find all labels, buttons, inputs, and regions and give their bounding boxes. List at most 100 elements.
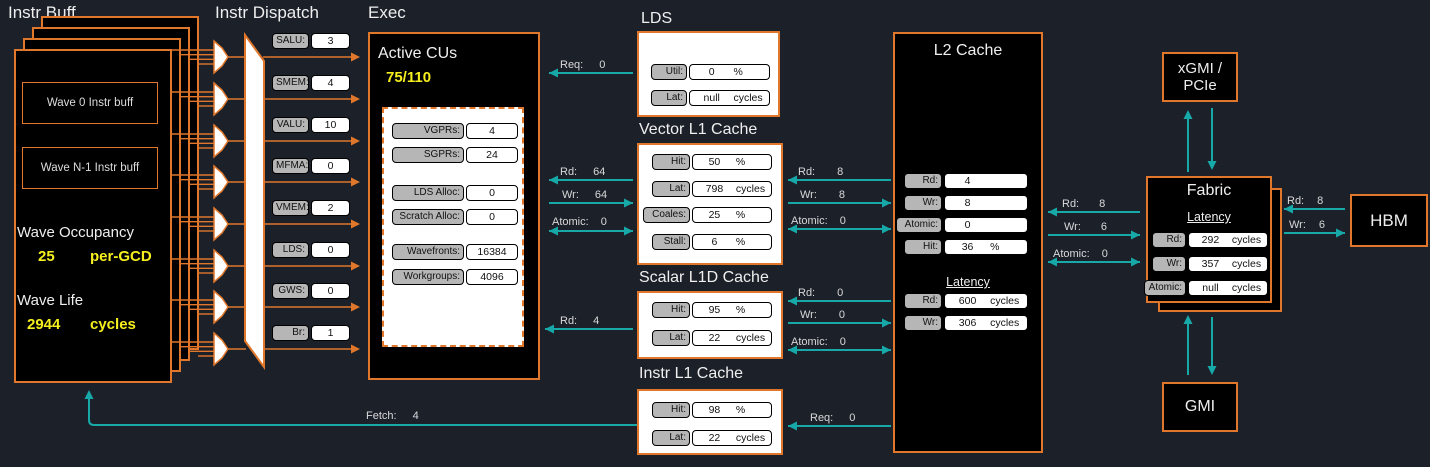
dispatch-row-smem: SMEM: 4: [272, 75, 350, 91]
field-value-box: 4: [944, 173, 1028, 189]
exec-row-sgprs: SGPRs: 24: [392, 147, 518, 163]
waveN-instr-buff-label: Wave N-1 Instr buff: [40, 162, 140, 174]
field-value-box: 0: [311, 158, 350, 174]
wave-occupancy-label: Wave Occupancy: [17, 224, 134, 241]
field-label: Stall:: [652, 234, 690, 250]
field-label: LDS:: [272, 242, 309, 258]
field-label: Lat:: [652, 430, 690, 446]
field-unit: cycles: [1231, 282, 1262, 294]
wave-life-unit: cycles: [90, 316, 136, 333]
field-label: Rd:: [1152, 232, 1186, 248]
field-label: VMEM:: [272, 200, 309, 216]
field-unit: %: [735, 404, 746, 416]
instr-l1-row-hit: Hit: 98%: [652, 402, 772, 418]
wave0-instr-buff-label: Wave 0 Instr buff: [46, 97, 134, 109]
lds-row-util: Util: 0%: [651, 64, 770, 80]
field-unit: cycles: [990, 295, 1020, 307]
field-label: Hit:: [904, 239, 942, 255]
field-value-box: 50%: [692, 154, 772, 170]
field-label: GWS:: [272, 283, 309, 299]
wave-occupancy-unit: per-GCD: [90, 248, 152, 265]
field-value-box: 16384: [466, 244, 518, 260]
field-value: 1: [327, 327, 334, 339]
field-value-box: 24: [466, 147, 518, 163]
mux-icon: [213, 206, 229, 242]
hbm-label: HBM: [1370, 210, 1408, 230]
arrow-label-il1-l2-req: Req: 0: [810, 412, 856, 424]
instr-dispatch-title: Instr Dispatch: [215, 3, 319, 22]
field-label: Hit:: [652, 302, 690, 318]
field-unit: cycles: [733, 92, 763, 104]
field-value-box: 22 cycles: [692, 430, 772, 446]
field-value: 22: [708, 432, 721, 444]
arrow-label-sl1-l2-rd: Rd: 0: [798, 287, 844, 299]
gpu-block-diagram: Instr Buff Wave 0 Instr buff Wave N-1 In…: [0, 0, 1430, 467]
fabric-title: Fabric: [1186, 182, 1232, 199]
field-value-box: 1: [311, 325, 350, 341]
field-value: 4096: [480, 271, 504, 283]
field-value: 6: [711, 236, 718, 248]
field-label: Lat:: [652, 330, 690, 346]
field-value-box: 0: [466, 185, 518, 201]
xgmi-line1: xGMI /: [1177, 60, 1223, 77]
fabric-row-rd: Rd: 292 cycles: [1152, 232, 1268, 248]
field-value-box: 4096: [466, 269, 518, 285]
field-value-box: 4: [311, 75, 350, 91]
field-label: Wr:: [1152, 256, 1186, 272]
field-value: 98: [708, 404, 721, 416]
scalar-l1d-title: Scalar L1D Cache: [639, 269, 769, 286]
l2-row-wr: Wr: 8: [904, 195, 1028, 211]
arrow-label-sl1-l2-atomic: Atomic: 0: [791, 336, 846, 348]
field-label: Atomic:: [896, 217, 942, 233]
field-label: LDS Alloc:: [392, 185, 464, 201]
field-value-box: 600 cycles: [944, 293, 1028, 309]
field-value: null: [703, 92, 720, 104]
field-label: Wr:: [904, 315, 942, 331]
field-label: Lat:: [652, 181, 690, 197]
field-unit: [990, 218, 1027, 232]
field-value-box: 36%: [944, 239, 1028, 255]
vector-l1-title: Vector L1 Cache: [639, 121, 758, 138]
field-label: Workgroups:: [392, 269, 464, 285]
arrow-label-fabric-hbm-wr: Wr: 6: [1289, 219, 1326, 231]
field-value: 25: [708, 209, 721, 221]
arrow-label-exec-sl1-rd: Rd: 4: [560, 315, 600, 327]
field-unit: %: [735, 209, 746, 221]
field-value-box: 306 cycles: [944, 315, 1028, 331]
field-value-box: 798 cycles: [692, 181, 772, 197]
fetch-path: [88, 399, 637, 426]
wave-life-value: 2944: [27, 316, 61, 333]
field-label: Br:: [272, 325, 309, 341]
field-label: VGPRs:: [392, 123, 464, 139]
field-label: Rd:: [904, 293, 942, 309]
exec-row-lds-alloc: LDS Alloc: 0: [392, 185, 518, 201]
dispatch-row-mfma: MFMA: 0: [272, 158, 350, 174]
gmi-box: GMI: [1162, 382, 1238, 432]
field-unit: cycles: [1231, 234, 1262, 246]
field-unit: cycles: [990, 317, 1020, 329]
field-label: Hit:: [652, 402, 690, 418]
field-label: Util:: [651, 64, 687, 80]
field-value-box: 0: [311, 283, 350, 299]
field-value: 36: [961, 241, 974, 253]
mux-icon: [213, 81, 229, 117]
field-unit: %: [990, 241, 1000, 253]
field-value: 10: [324, 119, 337, 131]
field-value-box: 4: [466, 123, 518, 139]
exec-row-vgprs: VGPRs: 4: [392, 123, 518, 139]
field-value: 0: [708, 66, 715, 78]
field-value-box: 0%: [689, 64, 770, 80]
arrow-label-sl1-l2-wr: Wr: 0: [800, 309, 846, 321]
arrow-label-l2-fabric-wr: Wr: 6: [1064, 221, 1108, 233]
field-unit: %: [733, 66, 743, 78]
field-value: 600: [958, 295, 977, 307]
field-value-box: 357 cycles: [1188, 256, 1268, 272]
exec-row-scratch-alloc: Scratch Alloc: 0: [392, 209, 518, 225]
field-value: 292: [1201, 234, 1220, 246]
field-label: Rd:: [904, 173, 942, 189]
arrow-label-l2-fabric-atomic: Atomic: 0: [1053, 248, 1108, 260]
field-value-box: null cycles: [1188, 280, 1268, 296]
field-value: 0: [327, 244, 334, 256]
vector-l1-row-stall: Stall: 6%: [652, 234, 772, 250]
dispatch-crossbar: [244, 31, 265, 371]
